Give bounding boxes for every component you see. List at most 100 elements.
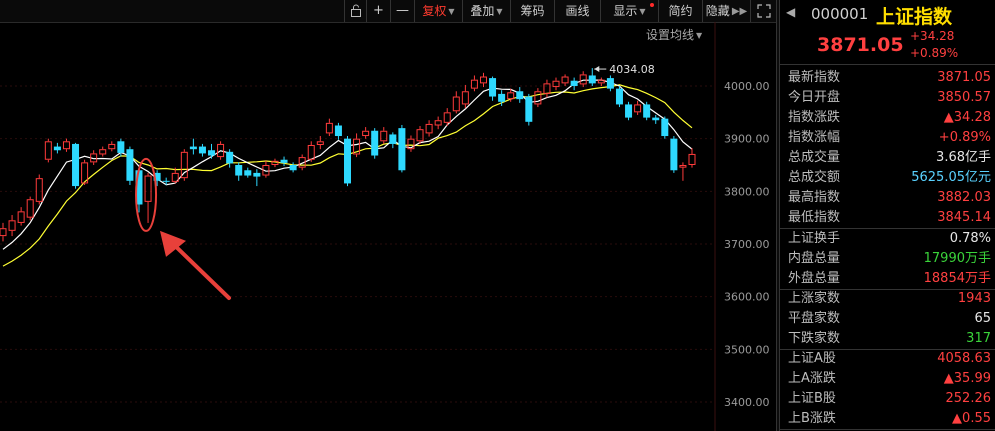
candlestick-chart[interactable]: 4000.00 3900.00 3800.00 3700.00 3600.00 3500.…	[0, 22, 776, 431]
zoom-in-button[interactable]: +	[366, 0, 390, 22]
quote-label: 平盘家数	[788, 311, 841, 326]
quote-value: 0.78%	[949, 231, 991, 246]
quote-label: 总成交额	[788, 170, 841, 185]
quote-row: 内盘总量 17990万手	[780, 249, 995, 269]
candle	[652, 114, 660, 124]
candle-body	[443, 112, 451, 123]
candle	[679, 162, 687, 181]
candle-body	[434, 120, 442, 126]
quote-value: ▲34.28	[943, 110, 991, 125]
candle	[643, 101, 651, 121]
restore-rights-button[interactable]: 复权 ▼	[414, 0, 462, 22]
candle-body	[479, 76, 487, 84]
candle	[17, 207, 25, 226]
fullscreen-icon[interactable]	[750, 0, 776, 22]
candle-body	[180, 151, 188, 179]
candle-body	[244, 170, 252, 176]
overlay-label: 叠加	[470, 4, 495, 18]
candle-body	[53, 146, 61, 151]
quote-row: 最新指数 3871.05	[780, 68, 995, 88]
candle-body	[208, 150, 216, 156]
candle	[561, 74, 569, 86]
candle-body	[253, 172, 261, 177]
y-tick-label: 4000.00	[724, 80, 770, 93]
candle-body	[344, 138, 351, 184]
candle-body	[597, 79, 605, 84]
quote-panel: ◀ 000001 上证指数 3871.05 +34.28 +0.89% 最新指数…	[780, 0, 995, 431]
candle	[316, 136, 324, 150]
candle	[35, 174, 43, 205]
quote-label: 指数涨幅	[788, 130, 841, 145]
candle-body	[17, 211, 25, 223]
stock-code: 000001	[811, 5, 869, 23]
stock-name: 上证指数	[876, 6, 953, 28]
quote-row: 下跌家数 317	[780, 329, 995, 349]
candle	[534, 88, 542, 108]
candle	[489, 76, 497, 101]
candle	[189, 138, 197, 155]
candle	[479, 72, 487, 88]
candle	[579, 71, 587, 88]
candle-body	[271, 160, 279, 166]
display-button[interactable]: 显示 ▼	[600, 0, 658, 22]
candle	[99, 146, 107, 157]
candle-body	[634, 104, 642, 113]
candle	[334, 122, 342, 140]
annotation: 4034.08	[135, 63, 655, 300]
max-pointer-arrow-icon	[594, 66, 600, 73]
candle-body	[144, 175, 152, 202]
lock-icon[interactable]	[344, 0, 366, 22]
hide-button[interactable]: 隐藏 ▶▶	[702, 0, 750, 22]
candle	[362, 127, 370, 139]
quote-label: 上A涨跌	[788, 371, 836, 386]
prev-arrow-icon[interactable]: ◀	[786, 5, 795, 19]
quote-value: 3.68亿手	[936, 150, 991, 165]
candle-body	[99, 149, 107, 155]
y-tick-label: 3700.00	[724, 238, 770, 251]
chevron-down-icon: ▼	[496, 7, 503, 16]
quote-label: 上B涨跌	[788, 411, 836, 426]
candle-body	[162, 180, 170, 182]
quote-label: 外盘总量	[788, 271, 841, 286]
candle	[525, 93, 533, 126]
candle	[661, 116, 669, 139]
quote-row: 最低指数 3845.14	[780, 208, 995, 228]
candle	[425, 120, 433, 137]
candle	[180, 149, 188, 181]
candle	[0, 222, 7, 242]
candle	[570, 77, 578, 91]
candle-body	[561, 76, 569, 84]
quote-value: 317	[966, 331, 991, 346]
candle-body	[126, 149, 134, 181]
simple-button[interactable]: 简约	[658, 0, 702, 22]
display-label: 显示	[613, 4, 638, 18]
quote-row: 指数涨跌 ▲34.28	[780, 108, 995, 128]
candle-body	[489, 78, 497, 97]
quote-group-shares: 上证A股 4058.63 上A涨跌 ▲35.99 上证B股 252.26 上B涨跌 ▲0.55	[780, 349, 995, 430]
draw-line-button[interactable]: 画线	[554, 0, 600, 22]
chart-toolbar: + — 复权 ▼ 叠加 ▼ 筹码 画线 显示 ▼ 简约 隐藏 ▶▶	[0, 0, 776, 23]
candle-body	[507, 92, 515, 100]
candle-body	[543, 83, 551, 94]
candle-body	[35, 178, 43, 202]
overlay-button[interactable]: 叠加 ▼	[462, 0, 510, 22]
candle	[244, 167, 252, 178]
quote-label: 指数涨跌	[788, 110, 841, 125]
quote-value: ▲0.55	[952, 411, 991, 426]
candle-body	[189, 146, 197, 150]
candle	[262, 160, 270, 178]
candle	[126, 146, 134, 186]
quote-header: ◀ 000001 上证指数 3871.05 +34.28 +0.89%	[780, 0, 995, 65]
candle-body	[679, 165, 687, 168]
candle-body	[307, 144, 315, 160]
candle-body	[625, 104, 633, 118]
notification-dot-icon	[650, 3, 654, 7]
candle	[271, 158, 279, 168]
candle-body	[588, 75, 596, 84]
candle-body	[235, 165, 243, 176]
chips-button[interactable]: 筹码	[510, 0, 554, 22]
y-tick-label: 3600.00	[724, 291, 770, 304]
zoom-out-button[interactable]: —	[390, 0, 414, 22]
candle	[344, 136, 351, 187]
candle-body	[425, 123, 433, 134]
